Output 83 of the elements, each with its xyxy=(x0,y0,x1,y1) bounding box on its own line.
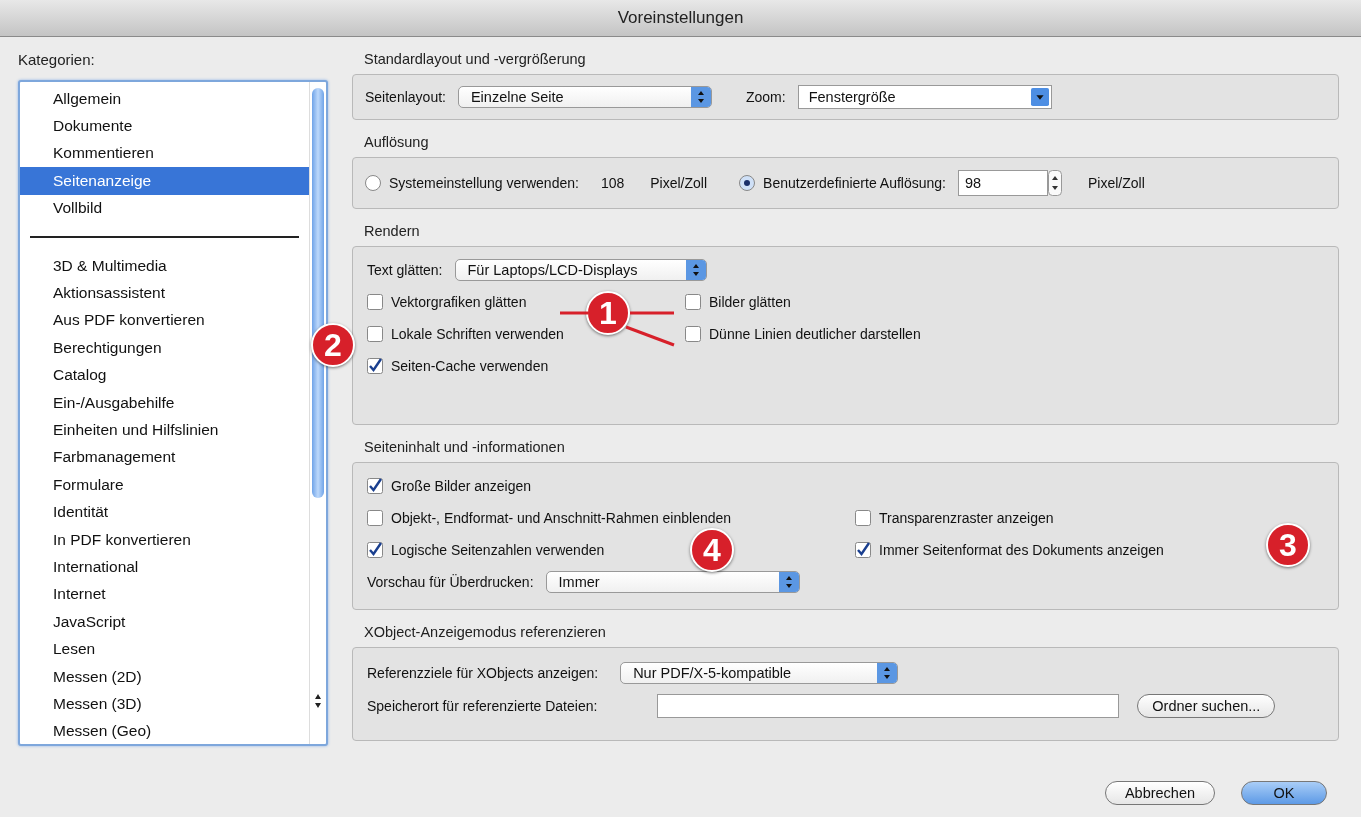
field-label: Speicherort für referenzierte Dateien: xyxy=(367,698,598,714)
field-label: Seitenlayout: xyxy=(365,89,446,105)
radio-label: Benutzerdefinierte Auflösung: xyxy=(763,175,946,191)
category-item[interactable]: Einheiten und Hilfslinien xyxy=(20,416,309,444)
category-item[interactable]: Catalog xyxy=(20,361,309,389)
cancel-button[interactable]: Abbrechen xyxy=(1105,781,1215,805)
checkbox[interactable] xyxy=(367,358,383,374)
field-label: Pixel/Zoll xyxy=(1087,175,1145,191)
list-label: Kategorien: xyxy=(18,51,96,68)
category-item[interactable]: JavaScript xyxy=(20,608,309,636)
field-label: Pixel/Zoll xyxy=(650,175,708,191)
group-title: Standardlayout und -vergrößerung xyxy=(363,51,586,67)
field-label: Zoom: xyxy=(745,89,786,105)
category-item[interactable]: Ein-/Ausgabehilfe xyxy=(20,388,309,417)
checkbox[interactable] xyxy=(367,510,383,526)
category-item[interactable]: Formulare xyxy=(20,471,309,499)
category-item[interactable]: Messen (3D) xyxy=(20,690,309,718)
checkbox-label: Objekt-, Endformat- und Anschnitt-Rahmen einblenden xyxy=(391,510,732,526)
checkbox[interactable] xyxy=(855,510,871,526)
category-item[interactable]: Internet xyxy=(20,580,309,609)
category-item[interactable]: Berechtigungen xyxy=(20,334,309,362)
category-item[interactable]: Messen (2D) xyxy=(20,662,309,691)
checkbox[interactable] xyxy=(367,542,383,558)
input-field[interactable] xyxy=(657,694,1120,718)
category-item[interactable]: Seitenanzeige xyxy=(20,167,309,195)
category-item[interactable]: Messen (Geo) xyxy=(20,717,309,744)
number-field[interactable]: 98 xyxy=(957,170,1048,196)
radio-label: Systemeinstellung verwenden: xyxy=(389,175,579,191)
checkbox[interactable] xyxy=(367,478,383,494)
popup-menu[interactable]: Für Laptops/LCD-Displays xyxy=(454,259,707,281)
stepper-icon[interactable] xyxy=(1047,170,1062,196)
stepper-arrows-icon xyxy=(778,572,799,592)
category-item[interactable]: International xyxy=(20,553,309,581)
browse-button[interactable]: Ordner suchen... xyxy=(1137,694,1276,718)
category-item[interactable]: Dokumente xyxy=(20,112,309,140)
radio-button[interactable] xyxy=(365,175,381,191)
category-item[interactable]: Vollbild xyxy=(20,194,309,222)
combo-box[interactable]: Fenstergröße xyxy=(797,85,1052,109)
category-item[interactable]: In PDF konvertieren xyxy=(20,525,309,554)
group-title: Auflösung xyxy=(363,134,429,150)
popup-menu[interactable]: Nur PDF/X-5-kompatible xyxy=(620,662,899,684)
category-item[interactable]: Aus PDF konvertieren xyxy=(20,306,309,335)
leader-line xyxy=(560,311,588,315)
ok-button[interactable]: OK xyxy=(1241,781,1327,805)
stepper-arrows-icon xyxy=(690,87,711,107)
checkbox-label: Bilder glätten xyxy=(709,294,791,310)
field-label: 108 xyxy=(600,175,625,191)
checkbox-label: Immer Seitenformat des Dokuments anzeigen xyxy=(879,542,1164,558)
leader-line xyxy=(626,326,674,346)
group-title: XObject-Anzeigemodus referenzieren xyxy=(363,624,606,640)
category-item[interactable]: Lesen xyxy=(20,635,309,663)
scroll-bar[interactable] xyxy=(309,82,326,744)
field-label: Referenzziele für XObjects anzeigen: xyxy=(367,665,599,681)
checkbox-label: Lokale Schriften verwenden xyxy=(391,326,564,342)
window-title: Voreinstellungen xyxy=(617,8,744,28)
radio-button[interactable] xyxy=(739,175,756,191)
category-item[interactable]: Identität xyxy=(20,498,309,526)
checkbox[interactable] xyxy=(855,542,871,558)
checkbox-label: Große Bilder anzeigen xyxy=(391,478,532,494)
leader-line xyxy=(630,311,674,315)
field-label: Text glätten: xyxy=(367,262,443,278)
checkbox-label: Seiten-Cache verwenden xyxy=(391,358,549,374)
field-label: Vorschau für Überdrucken: xyxy=(367,574,534,590)
group-title: Rendern xyxy=(363,223,420,239)
checkbox[interactable] xyxy=(367,326,383,342)
popup-menu[interactable]: Immer xyxy=(545,571,800,593)
stepper-arrows-icon xyxy=(685,260,706,280)
stepper-arrows-icon xyxy=(877,663,898,683)
category-item[interactable]: Allgemein xyxy=(20,85,309,113)
popup-menu[interactable]: Einzelne Seite xyxy=(457,86,712,108)
checkbox-label: Logische Seitenzahlen verwenden xyxy=(391,542,605,558)
checkbox[interactable] xyxy=(685,326,701,342)
category-item[interactable]: Farbmanagement xyxy=(20,443,309,472)
checkbox[interactable] xyxy=(685,294,701,310)
group-title: Seiteninhalt und -informationen xyxy=(363,439,565,455)
category-item[interactable]: Kommentieren xyxy=(20,139,309,168)
checkbox-label: Dünne Linien deutlicher darstellen xyxy=(709,326,921,342)
checkbox[interactable] xyxy=(367,294,383,310)
checkbox-label: Vektorgrafiken glätten xyxy=(391,294,527,310)
scroll-arrows-icon[interactable] xyxy=(314,692,322,710)
checkbox-label: Transparenzraster anzeigen xyxy=(879,510,1054,526)
category-item[interactable]: Aktionsassistent xyxy=(20,279,309,307)
category-item[interactable]: 3D & Multimedia xyxy=(20,251,309,280)
